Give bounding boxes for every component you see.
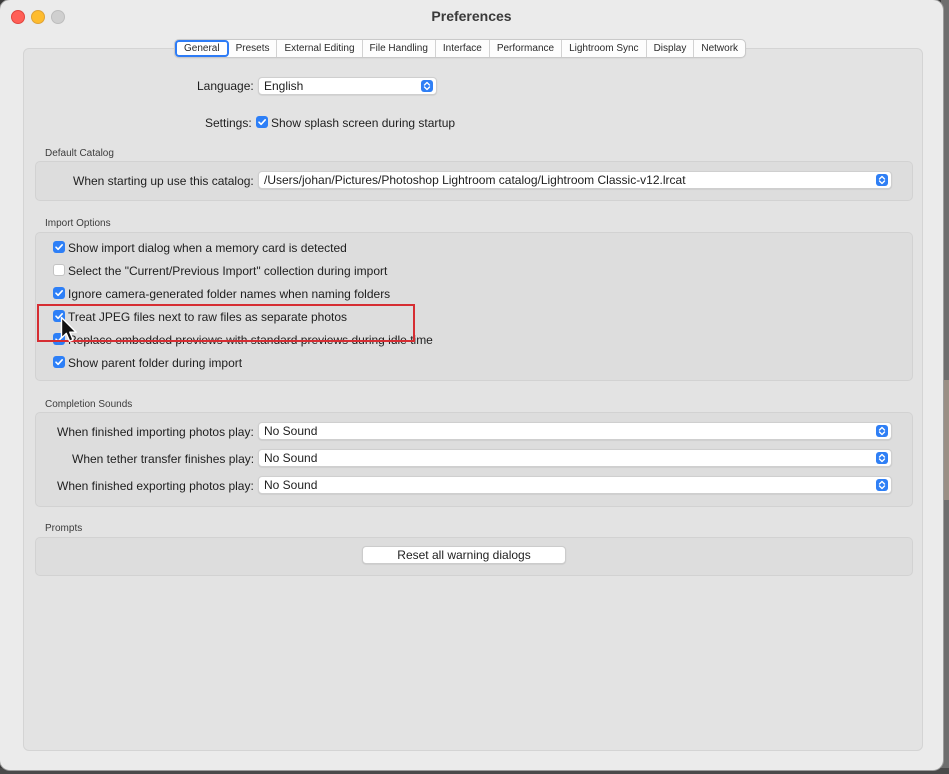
catalog-value: /Users/johan/Pictures/Photoshop Lightroo… [264, 173, 686, 187]
title-bar: Preferences [0, 0, 943, 32]
prompts-title: Prompts [45, 523, 83, 534]
splash-screen-label: Show splash screen during startup [271, 116, 456, 130]
tab-external-editing[interactable]: External Editing [276, 40, 361, 57]
tab-file-handling[interactable]: File Handling [361, 40, 435, 57]
import-option-checkbox-memory-card[interactable] [53, 241, 65, 253]
checkmark-icon [55, 244, 63, 251]
tether-sound-select[interactable]: No Sound [258, 449, 892, 467]
import-sound-select[interactable]: No Sound [258, 422, 892, 440]
preferences-window: Preferences General Presets External Edi… [0, 0, 943, 770]
general-panel [23, 48, 923, 751]
default-catalog-title: Default Catalog [45, 148, 114, 159]
catalog-label: When starting up use this catalog: [73, 174, 254, 188]
splash-screen-checkbox[interactable] [256, 116, 268, 128]
sound-value: No Sound [264, 478, 318, 492]
catalog-select[interactable]: /Users/johan/Pictures/Photoshop Lightroo… [258, 171, 892, 189]
export-sound-select[interactable]: No Sound [258, 476, 892, 494]
tab-performance[interactable]: Performance [488, 40, 561, 57]
import-option-label: Select the "Current/Previous Import" col… [68, 264, 388, 278]
tab-lightroom-sync[interactable]: Lightroom Sync [561, 40, 645, 57]
tab-network[interactable]: Network [693, 40, 745, 57]
import-options-title: Import Options [45, 218, 111, 229]
completion-sounds-title: Completion Sounds [45, 399, 133, 410]
import-option-label: Ignore camera-generated folder names whe… [68, 287, 391, 301]
import-option-checkbox-show-parent-folder[interactable] [53, 356, 65, 368]
sound-value: No Sound [264, 451, 318, 465]
checkmark-icon [258, 119, 266, 126]
tab-display[interactable]: Display [645, 40, 694, 57]
language-label: Language: [197, 79, 254, 93]
highlight-annotation-box [37, 304, 415, 342]
chevron-updown-icon [421, 80, 433, 92]
chevron-updown-icon [876, 452, 888, 464]
window-title: Preferences [431, 8, 512, 24]
chevron-updown-icon [876, 425, 888, 437]
import-option-checkbox-ignore-folder-names[interactable] [53, 287, 65, 299]
tab-general[interactable]: General [175, 40, 229, 57]
checkmark-icon [55, 359, 63, 366]
chevron-updown-icon [876, 479, 888, 491]
tab-interface[interactable]: Interface [434, 40, 489, 57]
tab-presets[interactable]: Presets [229, 40, 277, 57]
sound-row-label: When finished importing photos play: [57, 425, 254, 439]
settings-label: Settings: [205, 116, 252, 130]
checkmark-icon [55, 290, 63, 297]
sound-value: No Sound [264, 424, 318, 438]
chevron-updown-icon [876, 174, 888, 186]
language-select[interactable]: English [258, 77, 437, 95]
import-option-label: Show parent folder during import [68, 356, 243, 370]
sound-row-label: When tether transfer finishes play: [72, 452, 255, 466]
mouse-pointer-icon [60, 316, 77, 342]
preferences-tab-bar: General Presets External Editing File Ha… [174, 39, 747, 58]
language-value: English [264, 79, 304, 93]
import-option-label: Show import dialog when a memory card is… [68, 241, 347, 255]
sound-row-label: When finished exporting photos play: [57, 479, 254, 493]
import-option-checkbox-current-import[interactable] [53, 264, 65, 276]
reset-warning-dialogs-button[interactable]: Reset all warning dialogs [362, 546, 566, 564]
